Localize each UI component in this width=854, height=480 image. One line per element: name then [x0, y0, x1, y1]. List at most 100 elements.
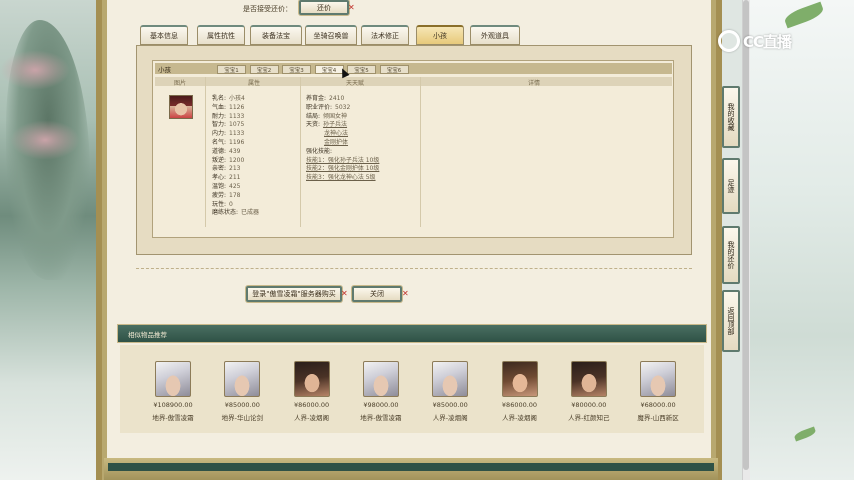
- column-divider: [300, 77, 301, 227]
- cc-logo-icon: [718, 30, 740, 52]
- footer-band: [108, 463, 714, 471]
- similar-item[interactable]: ¥108900.00 地界-傲雪凌霜: [141, 361, 205, 422]
- item-server: 地界-华山论剑: [221, 414, 263, 422]
- side-nav-1[interactable]: 足迹: [722, 158, 740, 214]
- child-panel-title: 小孩: [158, 66, 171, 74]
- character-portrait[interactable]: [432, 361, 469, 397]
- child-growth: 职业评价: 5032: [306, 102, 350, 111]
- character-portrait[interactable]: [155, 361, 191, 397]
- item-price: ¥86000.00: [294, 401, 330, 409]
- similar-item[interactable]: ¥85000.00 人界-凌烟阁: [418, 361, 482, 422]
- column-header-row: [155, 77, 672, 86]
- child-growth: 强化技能:: [306, 146, 335, 155]
- tab-6[interactable]: 外观道具: [470, 25, 520, 45]
- child-growth: 龙神心法: [306, 128, 348, 137]
- child-attribute: 耐力: 1133: [212, 111, 244, 120]
- child-growth-value[interactable]: 技能3：强化龙神心法 5级: [306, 174, 376, 181]
- child-growth: 结局: 倾国女神: [306, 111, 347, 120]
- column-attributes: 属性: [248, 80, 261, 87]
- child-attribute: 叛逆: 1200: [212, 155, 244, 164]
- character-portrait[interactable]: [224, 361, 261, 397]
- column-divider: [420, 77, 421, 227]
- child-growth: 技能1：强化孙子兵法 10级: [306, 155, 379, 164]
- child-subtab-2[interactable]: 宝宝2: [249, 65, 279, 74]
- child-attribute: 内力: 1133: [212, 128, 244, 137]
- child-attribute: 名气: 1196: [212, 137, 244, 146]
- child-growth: 天资: 孙子兵法: [306, 119, 347, 128]
- side-nav-0[interactable]: 我的收藏: [722, 86, 740, 148]
- similar-item[interactable]: ¥85000.00 地界-华山论剑: [210, 361, 274, 422]
- tab-2[interactable]: 装备法宝: [250, 25, 302, 45]
- character-portrait[interactable]: [293, 361, 330, 397]
- item-price: ¥98000.00: [363, 401, 399, 409]
- repay-button[interactable]: 还价: [299, 0, 349, 15]
- item-server: 地界-傲雪凌霜: [360, 414, 402, 422]
- item-server: 魔界-山西新区: [637, 414, 679, 422]
- leaf-decoration: [793, 426, 817, 442]
- repay-label: 是否接受还价：: [243, 5, 292, 13]
- similar-item[interactable]: ¥68000.00 魔界-山西新区: [626, 361, 690, 422]
- column-details: 详情: [528, 80, 541, 87]
- tab-3[interactable]: 坐骑召唤兽: [305, 25, 357, 45]
- item-price: ¥85000.00: [432, 401, 468, 409]
- similar-items-title: 相似物品推荐: [128, 331, 167, 339]
- child-subtab-1[interactable]: 宝宝1: [217, 65, 246, 74]
- child-subtab-3[interactable]: 宝宝3: [282, 65, 311, 74]
- child-growth: 养育金: 2410: [306, 93, 344, 102]
- item-server: 人界-凌烟阁: [432, 414, 468, 422]
- character-portrait[interactable]: [640, 361, 677, 397]
- child-attribute-label: 磨练状态:: [212, 209, 239, 217]
- tab-1[interactable]: 属性抗性: [197, 25, 245, 45]
- column-image: 图片: [174, 80, 187, 87]
- similar-item[interactable]: ¥86000.00 人界-凌烟阁: [280, 361, 344, 422]
- scrollbar-thumb[interactable]: [743, 0, 749, 470]
- item-server: 地界-傲雪凌霜: [152, 414, 194, 422]
- child-growth: 技能3：强化龙神心法 5级: [306, 172, 376, 181]
- tab-0[interactable]: 基本信息: [140, 25, 188, 45]
- background-scenery-left: [0, 0, 96, 480]
- character-portrait[interactable]: [362, 361, 399, 397]
- side-nav-label: 我的还价: [727, 241, 735, 269]
- similar-item[interactable]: ¥80000.00 人界-红颜知己: [557, 361, 621, 422]
- item-price: ¥68000.00: [640, 401, 676, 409]
- child-attribute: 道德: 439: [212, 146, 240, 155]
- side-nav-label: 返回顶部: [727, 307, 735, 335]
- character-portrait[interactable]: [570, 361, 607, 397]
- character-portrait[interactable]: [501, 361, 538, 397]
- side-nav-label: 我的收藏: [727, 103, 735, 131]
- child-attribute: 气血: 1126: [212, 102, 244, 111]
- tab-5[interactable]: 小孩: [416, 25, 464, 45]
- tab-4[interactable]: 法术修正: [361, 25, 409, 45]
- child-growth: 金刚护体: [306, 137, 348, 146]
- similar-item[interactable]: ¥86000.00 人界-凌烟阁: [488, 361, 552, 422]
- child-attribute: 乳名: 小孩4: [212, 93, 245, 102]
- close-x-icon: ✕: [348, 3, 355, 12]
- blossom-illustration: [0, 50, 70, 90]
- item-price: ¥80000.00: [571, 401, 607, 409]
- item-price: ¥86000.00: [501, 401, 538, 409]
- child-attribute: 孝心: 211: [212, 172, 240, 181]
- child-attribute-value: 已成器: [241, 209, 260, 217]
- child-attribute: 温饱: 425: [212, 181, 240, 190]
- close-button[interactable]: 关闭: [352, 286, 402, 302]
- close-x-icon: ✕: [402, 289, 409, 298]
- login-server-buy-button[interactable]: 登录"傲雪凌霜"服务器购买: [246, 286, 342, 302]
- cc-live-logo: CC直播: [718, 30, 792, 52]
- column-innate: 天天赋: [346, 80, 365, 87]
- close-x-icon: ✕: [341, 289, 348, 298]
- child-avatar[interactable]: [169, 95, 193, 119]
- child-attribute: 智力: 1075: [212, 119, 244, 128]
- side-nav-3[interactable]: 返回顶部: [722, 290, 740, 352]
- side-nav-label: 足迹: [727, 179, 735, 193]
- column-divider: [205, 77, 206, 227]
- side-nav-2[interactable]: 我的还价: [722, 226, 740, 284]
- divider-dashed: [136, 268, 692, 269]
- child-attribute: 亲密: 213: [212, 163, 240, 172]
- similar-item[interactable]: ¥98000.00 地界-傲雪凌霜: [349, 361, 413, 422]
- similar-items-header: [117, 324, 707, 343]
- child-subtab-5[interactable]: 宝宝5: [347, 65, 376, 74]
- blossom-illustration: [10, 120, 80, 160]
- child-attribute: 疲劳: 178: [212, 190, 240, 199]
- child-subtab-6[interactable]: 宝宝6: [379, 65, 409, 74]
- item-price: ¥85000.00: [224, 401, 260, 409]
